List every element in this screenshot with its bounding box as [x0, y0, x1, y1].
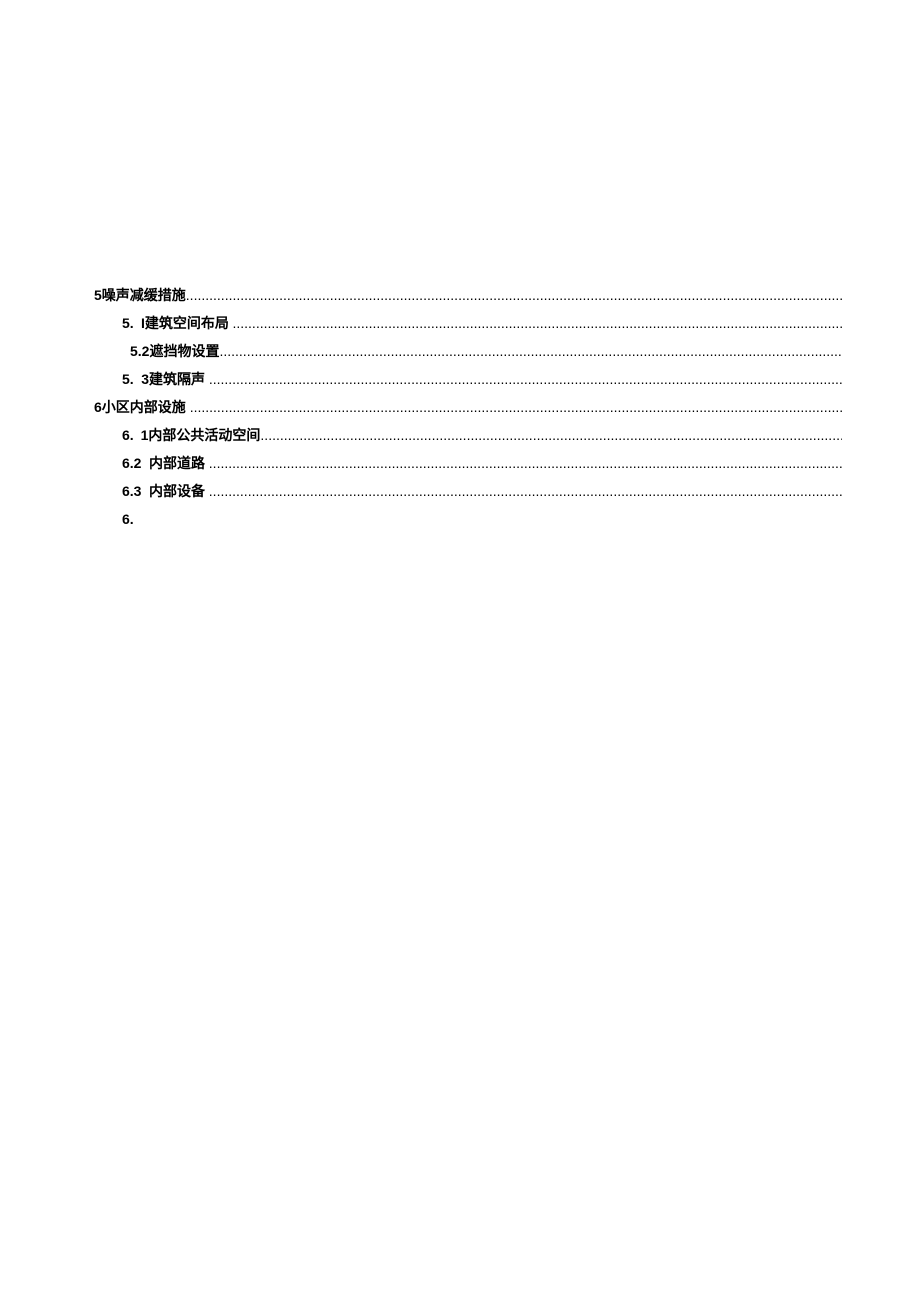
toc-entry-6-3: 6.3 内部设备	[94, 484, 842, 498]
toc-label: 3建筑隔声	[141, 372, 205, 386]
toc-label: 内部道路	[149, 456, 205, 470]
toc-number: 5.	[122, 372, 134, 386]
toc-number: 6.2	[122, 456, 141, 470]
toc-leader-dots	[219, 344, 842, 358]
toc-label: 6小区内部设施	[94, 400, 186, 414]
toc-label: 5噪声减缓措施	[94, 288, 186, 302]
toc-entry-5: 5噪声减缓措施	[94, 288, 842, 302]
toc-leader-dots	[209, 456, 842, 470]
toc-number: 6.	[122, 512, 134, 526]
toc-label: 5.2遮挡物设置	[130, 344, 219, 358]
toc-page: 5噪声减缓措施 5. I建筑空间布局 5.2遮挡物设置 5. 3建筑隔声 6小区…	[0, 0, 920, 1301]
toc-entry-5-3: 5. 3建筑隔声	[94, 372, 842, 386]
toc-label: 内部设备	[149, 484, 205, 498]
toc-number: 6.3	[122, 484, 141, 498]
toc-entry-5-2: 5.2遮挡物设置	[94, 344, 842, 358]
toc-number: 6.	[122, 428, 134, 442]
toc-entry-6-1: 6. 1内部公共活动空间	[94, 428, 842, 442]
toc-leader-dots	[232, 316, 842, 330]
toc-number: 5.	[122, 316, 134, 330]
toc-entry-6-blank: 6.	[94, 512, 842, 526]
toc-entry-6: 6小区内部设施	[94, 400, 842, 414]
toc-leader-dots	[190, 400, 842, 414]
toc-entry-5-1: 5. I建筑空间布局	[94, 316, 842, 330]
toc-entry-6-2: 6.2 内部道路	[94, 456, 842, 470]
toc-label: I建筑空间布局	[141, 316, 229, 330]
toc-leader-dots	[209, 372, 842, 386]
toc-label: 1内部公共活动空间	[141, 428, 261, 442]
toc-leader-dots	[209, 484, 842, 498]
toc-leader-dots	[260, 428, 842, 442]
toc-leader-dots	[186, 288, 842, 302]
